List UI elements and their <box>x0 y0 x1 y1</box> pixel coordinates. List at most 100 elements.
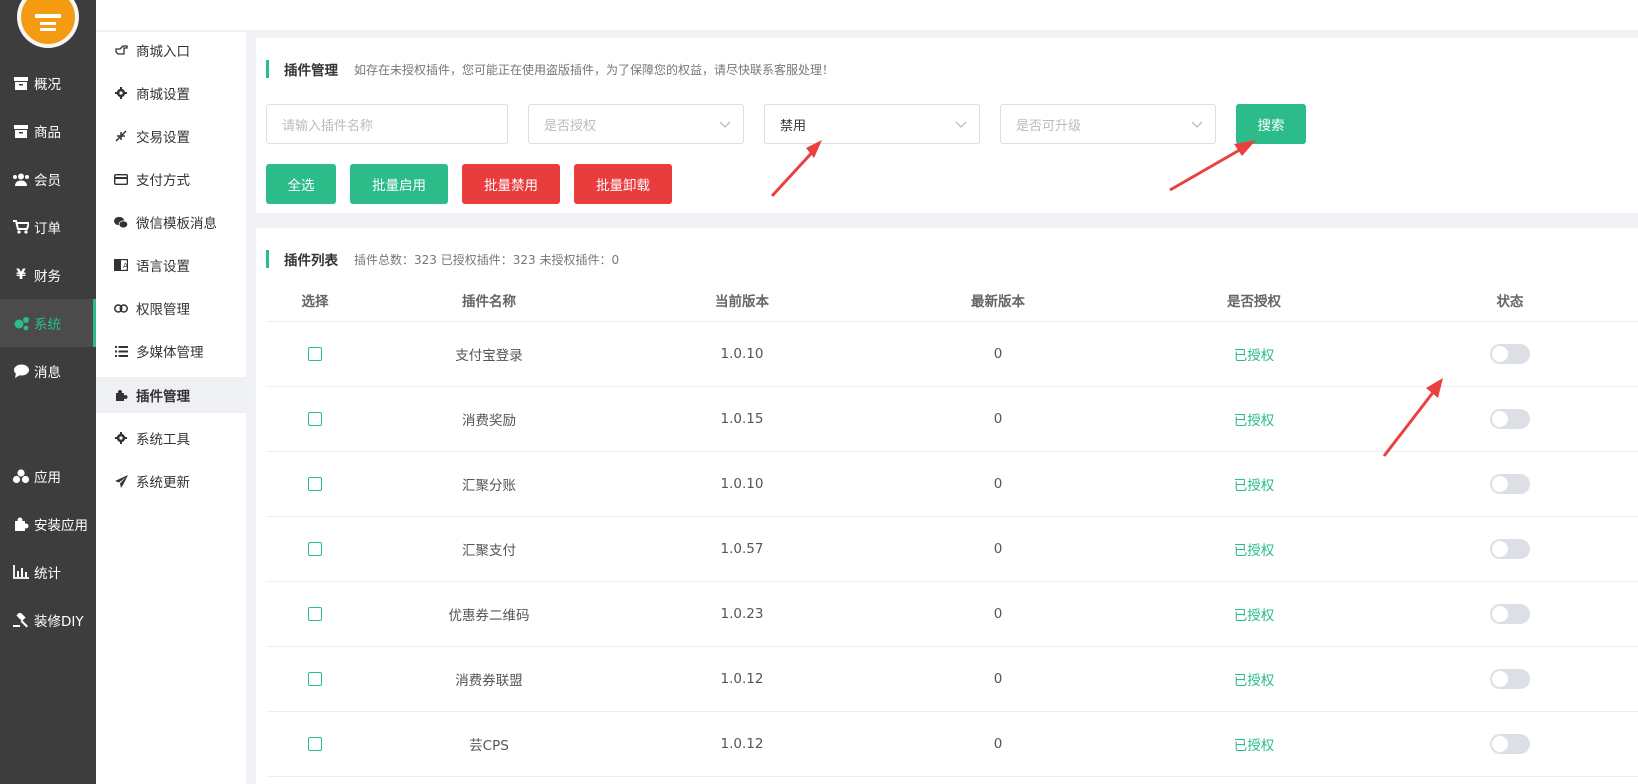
table-row: 芸CPS 1.0.12 0 已授权 <box>266 712 1638 777</box>
toggle-knob <box>1492 671 1508 687</box>
submenu-label: 微信模板消息 <box>136 216 217 232</box>
submenu-item-media[interactable]: 多媒体管理 <box>96 333 246 369</box>
submenu-item-language[interactable]: A 语言设置 <box>96 247 246 283</box>
submenu-label: 多媒体管理 <box>136 345 204 361</box>
cart-icon <box>12 219 30 235</box>
top-header <box>96 0 1638 30</box>
batch-enable-button[interactable]: 批量启用 <box>350 164 448 204</box>
section-title: 插件列表 <box>284 253 338 269</box>
status-toggle[interactable] <box>1490 474 1530 494</box>
submenu-item-plugins[interactable]: 插件管理 <box>96 377 246 413</box>
users-icon <box>12 171 30 187</box>
submenu-label: 系统工具 <box>136 432 190 448</box>
nav-item-apps[interactable]: 应用 <box>0 452 96 500</box>
submenu-label: 商城入口 <box>136 44 190 60</box>
plugin-name-input[interactable]: 请输入插件名称 <box>266 104 508 144</box>
selected-value: 禁用 <box>780 118 807 134</box>
toggle-knob <box>1492 541 1508 557</box>
submenu-item-system-tools[interactable]: 系统工具 <box>96 420 246 456</box>
submenu-item-permissions[interactable]: 权限管理 <box>96 290 246 326</box>
row-checkbox[interactable] <box>308 737 322 751</box>
submenu-item-payment-methods[interactable]: 支付方式 <box>96 161 246 197</box>
submenu-item-system-update[interactable]: 系统更新 <box>96 463 246 499</box>
nav-item-diy[interactable]: 装修DIY <box>0 596 96 644</box>
current-version: 1.0.10 <box>720 346 764 362</box>
box-icon <box>12 123 30 139</box>
submenu-label: 插件管理 <box>136 389 190 405</box>
auth-status: 已授权 <box>1233 348 1275 364</box>
status-toggle[interactable] <box>1490 734 1530 754</box>
plugin-name: 消费奖励 <box>462 413 516 429</box>
batch-uninstall-button[interactable]: 批量卸载 <box>574 164 672 204</box>
nav-item-system[interactable]: 系统 <box>0 299 96 347</box>
current-version: 1.0.57 <box>720 541 764 557</box>
auth-status: 已授权 <box>1233 543 1275 559</box>
chevron-down-icon <box>1191 121 1203 128</box>
submenu-item-mall-entry[interactable]: 商城入口 <box>96 32 246 68</box>
gear-icon <box>114 431 128 445</box>
nav-item-install-apps[interactable]: 安装应用 <box>0 500 96 548</box>
submenu-item-trade-settings[interactable]: 交易设置 <box>96 118 246 154</box>
batch-disable-button[interactable]: 批量禁用 <box>462 164 560 204</box>
column-header: 状态 <box>1496 293 1524 310</box>
search-button[interactable]: 搜索 <box>1236 104 1306 144</box>
status-cell <box>1382 647 1638 711</box>
gear-icon <box>114 86 128 100</box>
status-toggle[interactable] <box>1490 409 1530 429</box>
submenu-label: 支付方式 <box>136 173 190 189</box>
table-row: 汇聚分账 1.0.10 0 已授权 <box>266 452 1638 517</box>
nav-item-orders[interactable]: 订单 <box>0 203 96 251</box>
wechat-icon <box>114 215 128 229</box>
nav-item-statistics[interactable]: 统计 <box>0 548 96 596</box>
select-cell <box>266 452 364 516</box>
puzzle-icon <box>12 516 30 532</box>
submenu-label: 语言设置 <box>136 259 190 275</box>
placeholder-text: 是否授权 <box>544 118 597 134</box>
plugin-summary: 插件总数：323 已授权插件：323 未授权插件：0 <box>354 252 620 267</box>
nav-label: 商品 <box>34 125 61 141</box>
column-header: 是否授权 <box>1227 293 1281 310</box>
nav-label: 会员 <box>34 173 61 189</box>
current-version: 1.0.12 <box>720 736 764 752</box>
row-checkbox[interactable] <box>308 347 322 361</box>
plugin-name: 汇聚分账 <box>462 478 516 494</box>
nav-label: 应用 <box>34 470 61 486</box>
status-cell <box>1382 517 1638 581</box>
section-title: 插件管理 <box>284 63 338 79</box>
nav-label: 统计 <box>34 566 61 582</box>
select-all-button[interactable]: 全选 <box>266 164 336 204</box>
status-toggle[interactable] <box>1490 604 1530 624</box>
status-toggle[interactable] <box>1490 669 1530 689</box>
row-checkbox[interactable] <box>308 607 322 621</box>
plugin-name: 优惠券二维码 <box>448 608 530 624</box>
row-checkbox[interactable] <box>308 412 322 426</box>
authorized-select[interactable]: 是否授权 <box>528 104 744 144</box>
status-toggle[interactable] <box>1490 539 1530 559</box>
latest-version: 0 <box>993 736 1003 752</box>
plugin-name: 汇聚支付 <box>462 543 516 559</box>
submenu-item-mall-settings[interactable]: 商城设置 <box>96 75 246 111</box>
toggle-knob <box>1492 411 1508 427</box>
status-toggle[interactable] <box>1490 344 1530 364</box>
row-checkbox[interactable] <box>308 672 322 686</box>
current-version: 1.0.23 <box>720 606 764 622</box>
latest-version: 0 <box>993 606 1003 622</box>
nav-item-overview[interactable]: 概况 <box>0 59 96 107</box>
logo <box>17 0 79 48</box>
latest-version: 0 <box>993 476 1003 492</box>
submenu-item-wechat-templates[interactable]: 微信模板消息 <box>96 204 246 240</box>
nav-item-members[interactable]: 会员 <box>0 155 96 203</box>
row-checkbox[interactable] <box>308 477 322 491</box>
status-select[interactable]: 禁用 <box>764 104 980 144</box>
nav-item-finance[interactable]: ¥ 财务 <box>0 251 96 299</box>
toggle-knob <box>1492 736 1508 752</box>
toggle-knob <box>1492 606 1508 622</box>
gavel-icon <box>12 612 30 628</box>
nav-item-goods[interactable]: 商品 <box>0 107 96 155</box>
upgradable-select[interactable]: 是否可升级 <box>1000 104 1216 144</box>
auth-status: 已授权 <box>1233 608 1275 624</box>
row-checkbox[interactable] <box>308 542 322 556</box>
select-cell <box>266 582 364 646</box>
toggle-knob <box>1492 476 1508 492</box>
nav-item-messages[interactable]: 消息 <box>0 347 96 395</box>
